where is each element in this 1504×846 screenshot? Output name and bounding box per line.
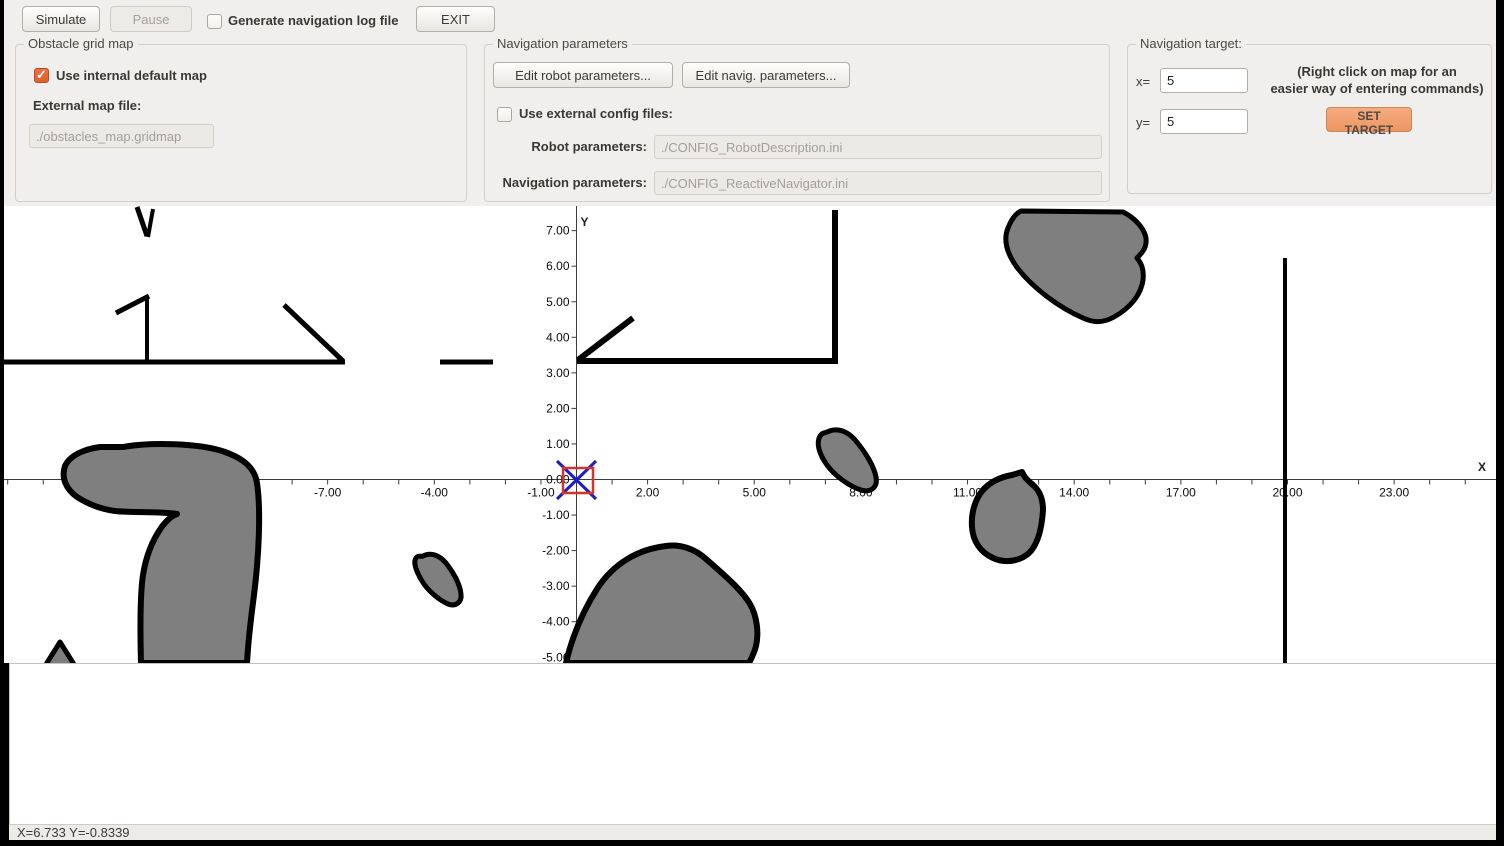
- y-axis-title: Y: [581, 215, 589, 229]
- x-tick-label: 17.00: [1166, 486, 1196, 500]
- x-axis-title: X: [1478, 460, 1486, 474]
- lower-empty-panel: [9, 663, 1496, 824]
- external-map-file-field[interactable]: [29, 124, 214, 148]
- x-tick-label: -7.00: [314, 486, 342, 500]
- status-bar: X=6.733 Y=-0.8339: [9, 824, 1496, 840]
- map-plot-area[interactable]: -13.00-10.00-7.00-4.00-1.002.005.008.001…: [4, 206, 1496, 663]
- robot-parameters-field[interactable]: [654, 135, 1102, 159]
- generate-log-label: Generate navigation log file: [228, 13, 398, 28]
- external-map-file-label: External map file:: [33, 98, 141, 113]
- navigation-parameters-label: Navigation parameters:: [485, 175, 647, 190]
- y-tick-label: 1.00: [546, 437, 570, 451]
- obstacle-blob-left-hook: [64, 444, 259, 663]
- obstacle-blob-bottom-center: [566, 546, 757, 663]
- target-y-label: y=: [1136, 115, 1150, 130]
- x-tick-label: -1.00: [527, 486, 555, 500]
- map-canvas[interactable]: -13.00-10.00-7.00-4.00-1.002.005.008.001…: [4, 206, 1496, 663]
- right-click-hint: (Right click on map for an easier way of…: [1263, 63, 1491, 97]
- use-external-config-checkbox[interactable]: [497, 107, 512, 122]
- x-tick-label: -4.00: [421, 486, 449, 500]
- edit-robot-parameters-button[interactable]: Edit robot parameters...: [493, 62, 673, 88]
- y-tick-label: 6.00: [546, 259, 570, 273]
- wall-segment: [578, 318, 633, 360]
- y-tick-label: 4.00: [546, 330, 570, 344]
- y-tick-label: 3.00: [546, 366, 570, 380]
- target-y-input[interactable]: [1160, 109, 1248, 134]
- y-tick-label: 7.00: [546, 224, 570, 238]
- x-tick-label: 20.00: [1272, 486, 1302, 500]
- use-internal-map-checkbox[interactable]: [34, 68, 49, 83]
- obstacle-bean-small-left: [415, 554, 461, 605]
- x-tick-label: 23.00: [1379, 486, 1409, 500]
- x-tick-label: 5.00: [743, 486, 767, 500]
- y-tick-label: 2.00: [546, 401, 570, 415]
- obstacle-peak-bottom-left: [45, 642, 75, 663]
- navigation-parameters-field[interactable]: [654, 171, 1102, 195]
- obstacle-grid-map-group: Obstacle grid map Use internal default m…: [15, 44, 467, 202]
- simulate-button[interactable]: Simulate: [22, 6, 100, 32]
- y-tick-label: -3.00: [542, 579, 570, 593]
- robot-parameters-label: Robot parameters:: [485, 139, 647, 154]
- right-click-hint-line1: (Right click on map for an: [1297, 64, 1457, 79]
- wall-segment: [137, 207, 147, 236]
- exit-button[interactable]: EXIT: [416, 6, 495, 32]
- y-tick-label: -4.00: [542, 615, 570, 629]
- pause-button[interactable]: Pause: [110, 6, 192, 32]
- cursor-coordinates: X=6.733 Y=-0.8339: [17, 825, 130, 840]
- top-panel: Simulate Pause Generate navigation log f…: [4, 0, 1496, 206]
- x-tick-label: 14.00: [1059, 486, 1089, 500]
- nav-params-group-title: Navigation parameters: [493, 36, 632, 51]
- obstacle-bean-mid-right: [818, 430, 876, 491]
- use-internal-map-label: Use internal default map: [56, 68, 207, 83]
- navigation-target-group: Navigation target: x= y= (Right click on…: [1127, 44, 1492, 194]
- y-tick-label: 0.00: [546, 473, 570, 487]
- right-click-hint-line2: easier way of entering commands): [1270, 81, 1483, 96]
- wall-segment: [148, 209, 153, 237]
- y-tick-label: -1.00: [542, 508, 570, 522]
- edit-navig-parameters-button[interactable]: Edit navig. parameters...: [682, 62, 850, 88]
- y-tick-label: -2.00: [542, 544, 570, 558]
- set-target-button[interactable]: SET TARGET: [1326, 107, 1412, 132]
- generate-log-checkbox[interactable]: [207, 14, 222, 29]
- use-external-config-label: Use external config files:: [519, 106, 673, 121]
- x-tick-label: 2.00: [636, 486, 660, 500]
- obstacle-blob-right-below-axis: [972, 472, 1043, 561]
- wall-segment: [116, 296, 149, 313]
- nav-target-group-title: Navigation target:: [1136, 36, 1246, 51]
- target-x-input[interactable]: [1160, 68, 1248, 93]
- wall-segment: [284, 305, 343, 361]
- obstacle-blob-top-right: [1006, 211, 1146, 322]
- y-tick-label: 5.00: [546, 295, 570, 309]
- navigation-parameters-group: Navigation parameters Edit robot paramet…: [484, 44, 1110, 202]
- target-x-label: x=: [1136, 74, 1150, 89]
- obstacle-group-title: Obstacle grid map: [24, 36, 138, 51]
